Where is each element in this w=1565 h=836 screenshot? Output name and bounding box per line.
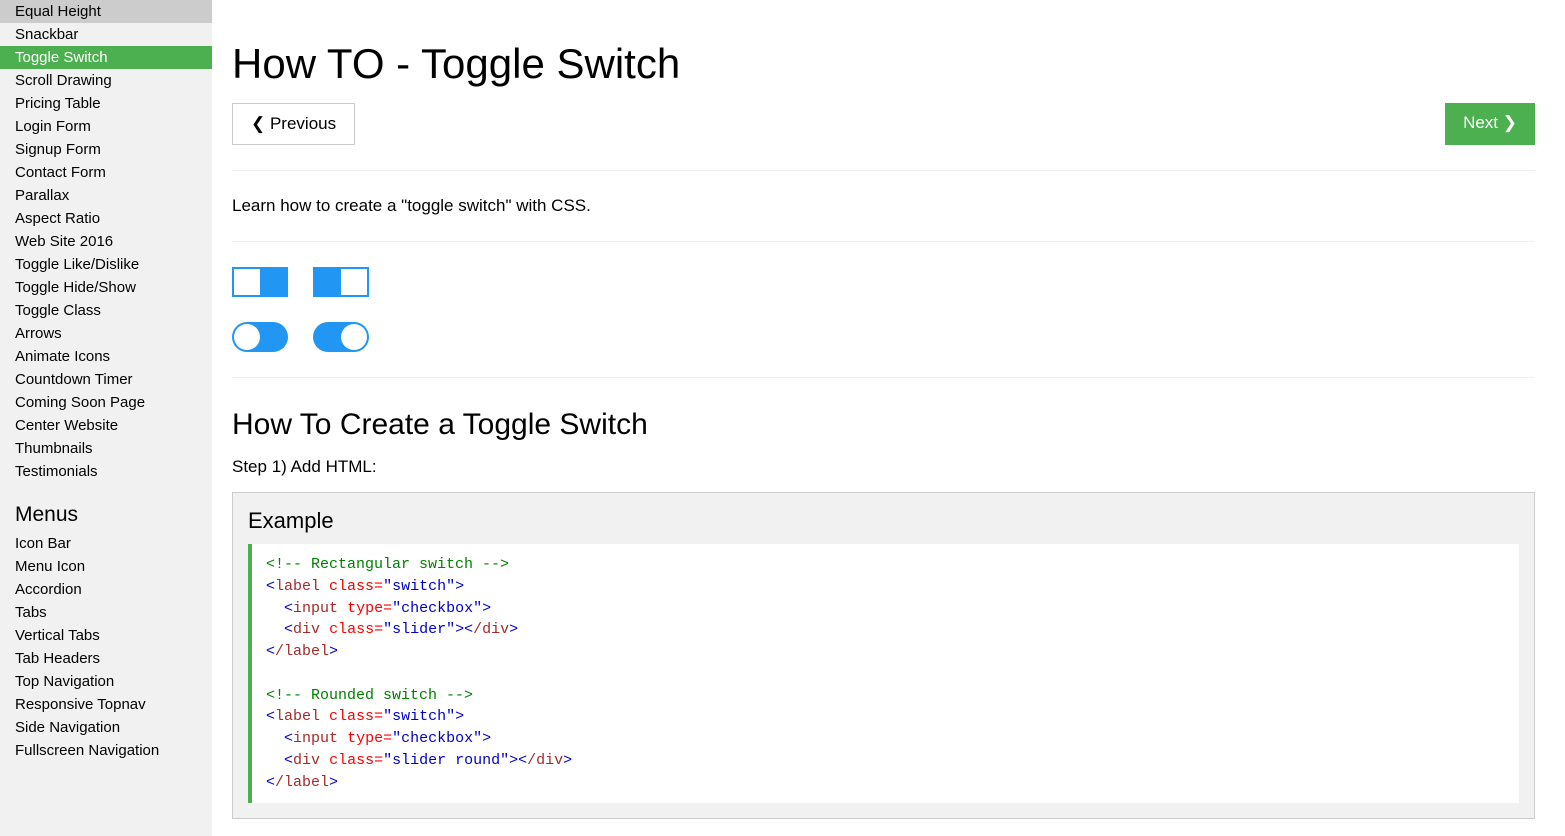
sidebar-item-thumbnails[interactable]: Thumbnails <box>0 437 212 460</box>
sidebar-item-aspect-ratio[interactable]: Aspect Ratio <box>0 207 212 230</box>
switch-demo-row-square <box>232 267 1535 297</box>
sidebar-item-toggle-hide-show[interactable]: Toggle Hide/Show <box>0 276 212 299</box>
sidebar-item-signup-form[interactable]: Signup Form <box>0 138 212 161</box>
sidebar-item-menu-icon[interactable]: Menu Icon <box>0 555 212 578</box>
sidebar-item-testimonials[interactable]: Testimonials <box>0 460 212 483</box>
toggle-switch-square-on[interactable] <box>313 267 369 297</box>
sidebar-item-toggle-like-dislike[interactable]: Toggle Like/Dislike <box>0 253 212 276</box>
sidebar-item-animate-icons[interactable]: Animate Icons <box>0 345 212 368</box>
step-label: Step 1) Add HTML: <box>232 457 1535 477</box>
sidebar-item-parallax[interactable]: Parallax <box>0 184 212 207</box>
sidebar-item-contact-form[interactable]: Contact Form <box>0 161 212 184</box>
sidebar-item-vertical-tabs[interactable]: Vertical Tabs <box>0 624 212 647</box>
sidebar-item-toggle-class[interactable]: Toggle Class <box>0 299 212 322</box>
next-button[interactable]: Next ❯ <box>1445 103 1535 145</box>
sidebar-item-toggle-switch[interactable]: Toggle Switch <box>0 46 212 69</box>
sidebar-item-center-website[interactable]: Center Website <box>0 414 212 437</box>
sidebar-item-countdown-timer[interactable]: Countdown Timer <box>0 368 212 391</box>
nav-buttons: ❮ Previous Next ❯ <box>232 103 1535 145</box>
intro-text: Learn how to create a "toggle switch" wi… <box>232 196 1535 216</box>
sidebar-item-tab-headers[interactable]: Tab Headers <box>0 647 212 670</box>
example-heading: Example <box>248 508 1519 534</box>
toggle-switch-round-on[interactable] <box>313 322 369 352</box>
switch-demo-row-round <box>232 322 1535 352</box>
sidebar-item-coming-soon-page[interactable]: Coming Soon Page <box>0 391 212 414</box>
sidebar-item-pricing-table[interactable]: Pricing Table <box>0 92 212 115</box>
sidebar-item-side-navigation[interactable]: Side Navigation <box>0 716 212 739</box>
divider <box>232 241 1535 242</box>
previous-button[interactable]: ❮ Previous <box>232 103 355 145</box>
sidebar-item-login-form[interactable]: Login Form <box>0 115 212 138</box>
divider <box>232 377 1535 378</box>
sidebar-item-scroll-drawing[interactable]: Scroll Drawing <box>0 69 212 92</box>
code-block: <!-- Rectangular switch --> <label class… <box>248 544 1519 803</box>
sidebar-item-equal-height[interactable]: Equal Height <box>0 0 212 23</box>
sidebar-heading-menus: Menus <box>0 483 212 532</box>
sidebar-item-responsive-topnav[interactable]: Responsive Topnav <box>0 693 212 716</box>
sidebar-item-accordion[interactable]: Accordion <box>0 578 212 601</box>
sidebar-nav[interactable]: Equal HeightSnackbarToggle SwitchScroll … <box>0 0 212 836</box>
sidebar-item-web-site-2016[interactable]: Web Site 2016 <box>0 230 212 253</box>
sidebar-item-top-navigation[interactable]: Top Navigation <box>0 670 212 693</box>
sidebar-item-snackbar[interactable]: Snackbar <box>0 23 212 46</box>
sidebar-item-icon-bar[interactable]: Icon Bar <box>0 532 212 555</box>
toggle-switch-round-off[interactable] <box>232 322 288 352</box>
section-heading: How To Create a Toggle Switch <box>232 408 1535 442</box>
main-content: How TO - Toggle Switch ❮ Previous Next ❯… <box>212 0 1565 836</box>
sidebar-item-fullscreen-navigation[interactable]: Fullscreen Navigation <box>0 739 212 762</box>
divider <box>232 170 1535 171</box>
example-box: Example <!-- Rectangular switch --> <lab… <box>232 492 1535 819</box>
sidebar-item-arrows[interactable]: Arrows <box>0 322 212 345</box>
toggle-switch-square-off[interactable] <box>232 267 288 297</box>
page-title: How TO - Toggle Switch <box>232 40 1535 88</box>
sidebar-item-tabs[interactable]: Tabs <box>0 601 212 624</box>
